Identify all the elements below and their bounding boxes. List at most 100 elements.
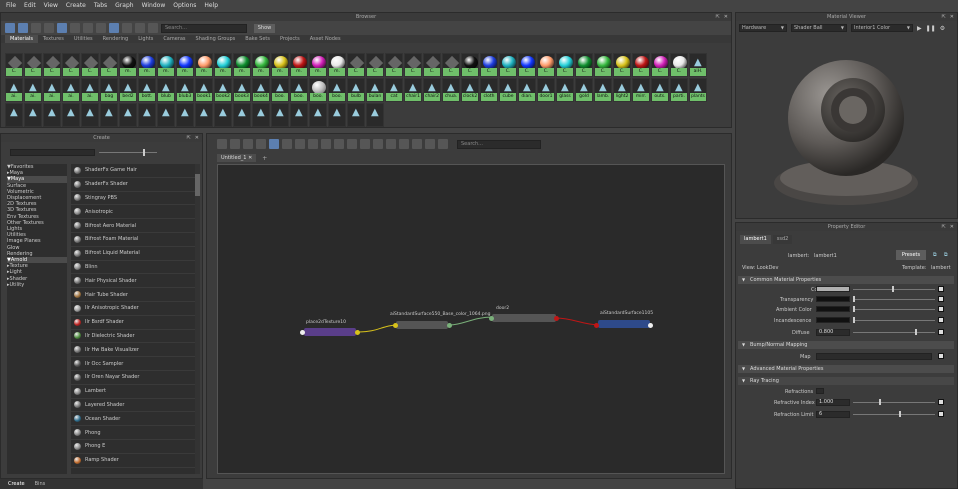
material-swatch[interactable]: ▲ bed2	[119, 78, 137, 102]
node-list-item[interactable]: Ocean Shader	[71, 412, 197, 427]
material-swatch[interactable]: C.	[556, 53, 574, 77]
material-swatch[interactable]: C.	[100, 53, 118, 77]
material-swatch[interactable]: ▲ blub3	[176, 78, 194, 102]
material-swatch[interactable]: m.	[309, 53, 327, 77]
incandescence-slider-handle[interactable]	[853, 317, 855, 323]
material-swatch[interactable]: ▲ boo.	[328, 78, 346, 102]
transparency-swatch[interactable]	[816, 296, 850, 302]
tab-projects[interactable]: Projects	[275, 35, 305, 43]
custom-mode-icon[interactable]	[360, 139, 370, 149]
material-swatch[interactable]: ▲ chua.	[442, 78, 460, 102]
material-swatch[interactable]: ▲	[43, 103, 61, 127]
clear-graph-icon[interactable]	[256, 139, 266, 149]
close-icon[interactable]: ✕	[950, 13, 954, 21]
tab-materials[interactable]: Materials	[5, 35, 38, 43]
settings-icon[interactable]: ⚙	[940, 25, 945, 32]
material-swatch[interactable]: ▲	[328, 103, 346, 127]
select-icon[interactable]	[57, 23, 67, 33]
material-swatch[interactable]: m.	[290, 53, 308, 77]
bookmark-icon[interactable]	[412, 139, 422, 149]
material-swatch[interactable]: ▲ clock2	[461, 78, 479, 102]
refractive-index-field[interactable]: 1.000	[816, 399, 850, 406]
create-scrollbar[interactable]	[195, 164, 200, 474]
output-port[interactable]	[355, 330, 360, 335]
material-swatch[interactable]: ▲ book3	[233, 78, 251, 102]
refraction-limit-slider-handle[interactable]	[899, 411, 901, 417]
simple-mode-icon[interactable]	[321, 139, 331, 149]
material-swatch[interactable]: ▲ ai.	[81, 78, 99, 102]
input-port[interactable]	[300, 330, 305, 335]
section-advanced-material[interactable]: Advanced Material Properties	[738, 365, 954, 373]
node-list-item[interactable]: Bifrost Aero Material	[71, 219, 197, 233]
pause-icon[interactable]: ❚❚	[926, 25, 936, 32]
material-swatch[interactable]: ▲	[271, 103, 289, 127]
material-swatch[interactable]: m.	[157, 53, 175, 77]
material-swatch[interactable]: C.	[670, 53, 688, 77]
material-swatch[interactable]: C.	[43, 53, 61, 77]
material-swatch[interactable]: ▲	[366, 103, 384, 127]
tab-ssd2[interactable]: ssd2	[772, 235, 793, 244]
add-tab-button[interactable]: +	[262, 155, 267, 162]
refraction-limit-field[interactable]: 6	[816, 411, 850, 418]
material-swatch[interactable]: ▲ ai.	[24, 78, 42, 102]
material-swatch[interactable]: C.	[5, 53, 23, 77]
material-swatch[interactable]: ▲ dian.	[518, 78, 536, 102]
hud-icon[interactable]	[438, 139, 448, 149]
tab-create[interactable]: Create	[8, 481, 25, 487]
material-swatch[interactable]: ▲ bag	[100, 78, 118, 102]
material-swatch[interactable]: ▲ book1	[195, 78, 213, 102]
material-swatch[interactable]: C.	[24, 53, 42, 77]
color-slider-handle[interactable]	[892, 286, 894, 292]
aistandardsurface-node[interactable]	[598, 320, 650, 328]
node-list-item[interactable]: Ilr Hw Bake Visualizer	[71, 343, 197, 358]
incandescence-slider[interactable]	[853, 320, 935, 321]
transparency-slider-handle[interactable]	[853, 296, 855, 302]
tab-lights[interactable]: Lights	[133, 35, 158, 43]
material-swatch[interactable]: ▲ cat	[385, 78, 403, 102]
material-swatch[interactable]: ▲ gold	[575, 78, 593, 102]
material-swatch[interactable]: C.	[632, 53, 650, 77]
tab-untitled-1[interactable]: Untitled_1 ✕	[217, 154, 257, 162]
tab-close-icon[interactable]: ✕	[248, 155, 252, 161]
node-list-item[interactable]: Lambert	[71, 385, 197, 399]
material-swatch[interactable]: m.	[138, 53, 156, 77]
create-search-input[interactable]	[10, 149, 95, 156]
menu-tabs[interactable]: Tabs	[94, 2, 107, 9]
material-swatch[interactable]: C.	[81, 53, 99, 77]
material-swatch[interactable]: C.	[385, 53, 403, 77]
node-list-item[interactable]: Bifrost Liquid Material	[71, 247, 197, 261]
material-swatch[interactable]: ▲ chair2	[423, 78, 441, 102]
close-icon[interactable]: ✕	[724, 13, 728, 21]
transparency-map-button[interactable]	[938, 296, 944, 302]
show-button[interactable]: Show	[254, 23, 275, 33]
color-slider[interactable]	[853, 289, 935, 290]
menu-view[interactable]: View	[44, 2, 58, 9]
node-list-item[interactable]: Ilr Occ Sampler	[71, 357, 197, 371]
refractive-index-slider[interactable]	[853, 402, 935, 403]
node-list-item[interactable]: Stingray PBS	[71, 192, 197, 206]
node-list-item[interactable]: Ilr Bsrdf Shader	[71, 316, 197, 330]
filter-icon[interactable]	[425, 139, 435, 149]
node-list-item[interactable]: Ilr Oren Nayar Shader	[71, 371, 197, 385]
layout-icon[interactable]	[122, 23, 132, 33]
tab-lambert1[interactable]: lambert1	[740, 235, 771, 244]
refractive-index-map-button[interactable]	[938, 399, 944, 405]
material-swatch[interactable]: ▲	[347, 103, 365, 127]
diffuse-field[interactable]: 0.800	[816, 329, 850, 336]
presets-button[interactable]: Presets	[896, 250, 926, 260]
output-port[interactable]	[447, 323, 452, 328]
material-swatch[interactable]: ▲	[195, 103, 213, 127]
material-swatch[interactable]: ▲	[309, 103, 327, 127]
menu-graph[interactable]: Graph	[115, 2, 133, 9]
browser-search-input[interactable]: Search...	[161, 23, 247, 33]
incandescence-map-button[interactable]	[938, 317, 944, 323]
material-swatch[interactable]: ▲	[24, 103, 42, 127]
float-icon[interactable]: ⇱	[942, 223, 946, 231]
connected-mode-icon[interactable]	[334, 139, 344, 149]
swatch-toggle-icon[interactable]	[373, 139, 383, 149]
material-swatch[interactable]: C.	[366, 53, 384, 77]
float-icon[interactable]: ⇱	[187, 134, 191, 142]
menu-help[interactable]: Help	[204, 2, 218, 9]
material-swatch[interactable]: C.	[480, 53, 498, 77]
play-icon[interactable]: ▶	[917, 25, 922, 32]
